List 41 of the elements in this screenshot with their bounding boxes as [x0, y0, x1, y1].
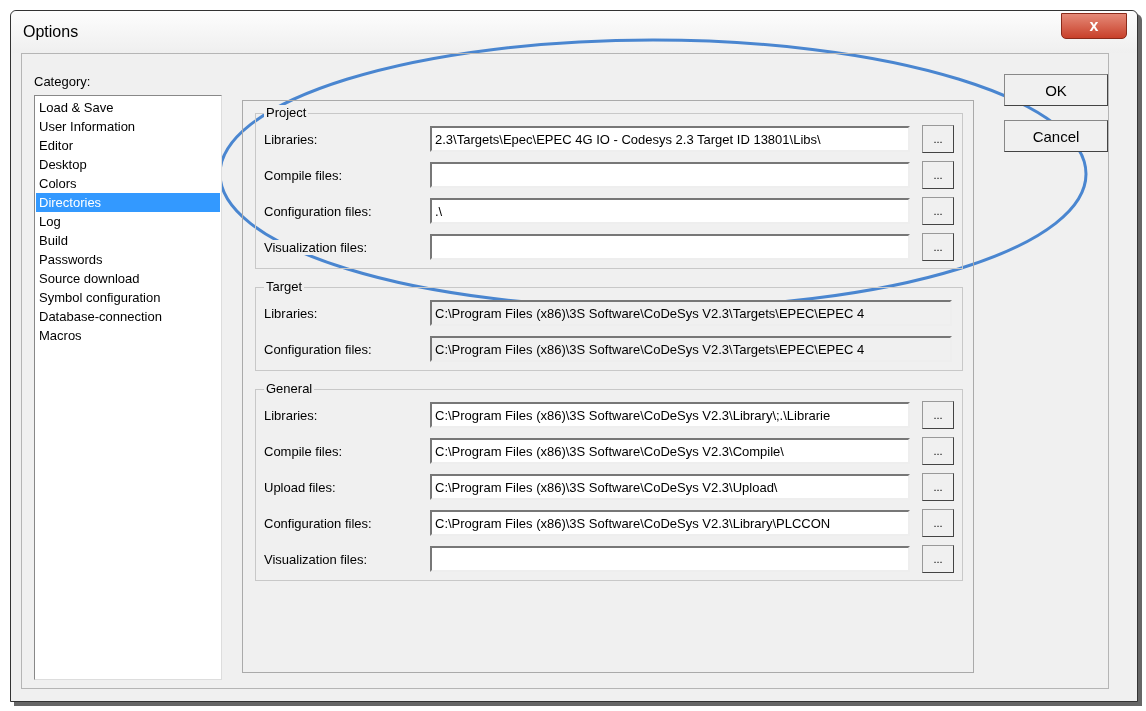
path-field[interactable]: C:\Program Files (x86)\3S Software\CoDeSys V2.3\Upload\	[430, 474, 910, 500]
category-item[interactable]: User Information	[36, 117, 220, 136]
dialog-button[interactable]: OK	[1004, 74, 1108, 106]
category-item[interactable]: Log	[36, 212, 220, 231]
category-item[interactable]: Source download	[36, 269, 220, 288]
group-title: General	[264, 381, 315, 396]
category-item[interactable]: Colors	[36, 174, 220, 193]
dialog-button[interactable]: Cancel	[1004, 120, 1108, 152]
path-field[interactable]: C:\Program Files (x86)\3S Software\CoDeSys V2.3\Library\;.\Librarie	[430, 402, 910, 428]
path-field[interactable]	[430, 546, 910, 572]
browse-button[interactable]: ...	[922, 473, 954, 501]
browse-button[interactable]: ...	[922, 545, 954, 573]
browse-button[interactable]: ...	[922, 197, 954, 225]
category-item[interactable]: Symbol configuration	[36, 288, 220, 307]
category-item[interactable]: Database-connection	[36, 307, 220, 326]
path-field[interactable]	[430, 234, 910, 260]
category-item[interactable]: Editor	[36, 136, 220, 155]
path-field[interactable]: C:\Program Files (x86)\3S Software\CoDeSys V2.3\Compile\	[430, 438, 910, 464]
group-title: Target	[264, 279, 305, 294]
browse-button[interactable]: ...	[922, 401, 954, 429]
group-title: Project	[264, 105, 309, 120]
category-item[interactable]: Passwords	[36, 250, 220, 269]
path-field[interactable]	[430, 162, 910, 188]
field-label: Visualization files:	[264, 239, 368, 255]
browse-button[interactable]: ...	[922, 437, 954, 465]
close-button[interactable]: x	[1061, 13, 1127, 39]
path-field[interactable]: 2.3\Targets\Epec\EPEC 4G IO - Codesys 2.3 Target ID 13801\Libs\	[430, 126, 910, 152]
browse-button[interactable]: ...	[922, 161, 954, 189]
path-field[interactable]: C:\Program Files (x86)\3S Software\CoDeSys V2.3\Library\PLCCON	[430, 510, 910, 536]
category-item[interactable]: Desktop	[36, 155, 220, 174]
browse-button[interactable]: ...	[922, 509, 954, 537]
window-title: Options	[23, 23, 79, 41]
path-field[interactable]: .\	[430, 198, 910, 224]
category-item[interactable]: Load & Save	[36, 98, 220, 117]
browse-button[interactable]: ...	[922, 233, 954, 261]
category-label: Category:	[34, 74, 92, 89]
category-item[interactable]: Macros	[36, 326, 220, 345]
path-field[interactable]: C:\Program Files (x86)\3S Software\CoDeSys V2.3\Targets\EPEC\EPEC 4	[430, 300, 952, 326]
path-field[interactable]: C:\Program Files (x86)\3S Software\CoDeSys V2.3\Targets\EPEC\EPEC 4	[430, 336, 952, 362]
category-item[interactable]: Build	[36, 231, 220, 250]
browse-button[interactable]: ...	[922, 125, 954, 153]
